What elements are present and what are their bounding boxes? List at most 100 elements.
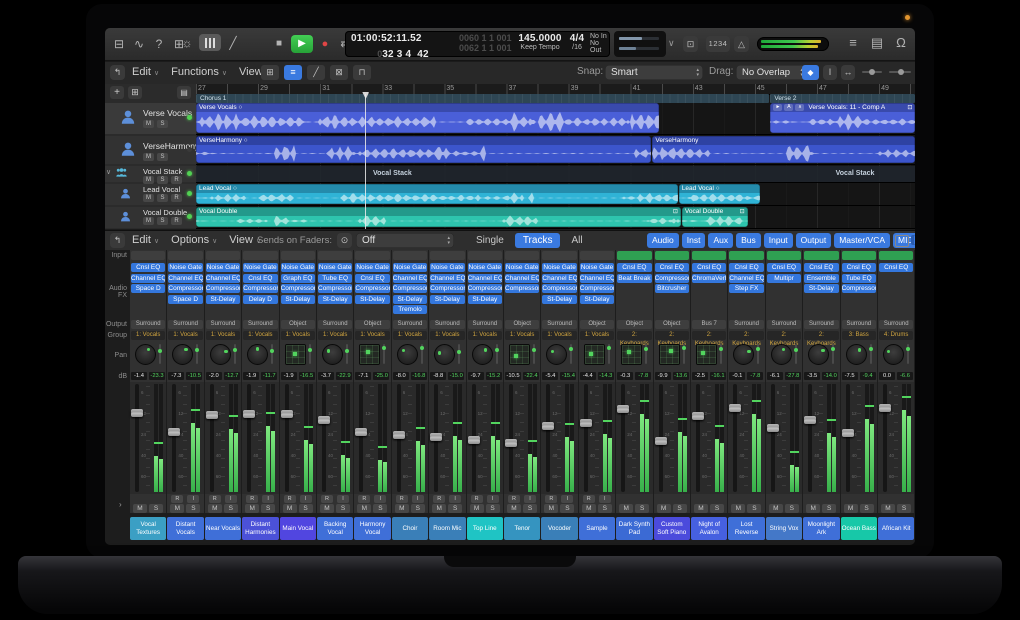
mixer-filter-aux[interactable]: Aux <box>708 233 733 248</box>
output-slot[interactable]: Surround <box>804 320 838 329</box>
strip-track-name[interactable]: Room Mic <box>429 517 465 540</box>
waveform-zoom-button[interactable]: ◆ <box>802 65 819 80</box>
record-enable-button[interactable]: R <box>246 495 258 503</box>
record-enable-button[interactable]: R <box>321 495 333 503</box>
audio-fx-slot[interactable]: Tube EQ <box>318 274 352 283</box>
browsers-icon[interactable]: ▤ <box>869 35 885 51</box>
record-enable-button[interactable]: R <box>433 495 445 503</box>
strip-track-name[interactable]: African Kit <box>878 517 914 540</box>
pan-knob[interactable] <box>883 344 904 365</box>
region[interactable]: Lead Vocal ○ <box>196 184 678 204</box>
record-enable-button[interactable]: R <box>358 495 370 503</box>
audio-fx-slot[interactable]: Noise Gate <box>542 263 576 272</box>
input-monitor-button[interactable]: I <box>449 495 461 503</box>
solo-button[interactable]: S <box>186 504 200 513</box>
track-header-vocal-double[interactable]: Vocal DoubleMSR <box>105 207 196 228</box>
hide-mixer-button[interactable]: ↰ <box>110 233 125 248</box>
pan-knob[interactable] <box>397 344 418 365</box>
group-slot[interactable]: 1: Vocals <box>430 331 464 340</box>
mixer-scope-single[interactable]: Single <box>468 233 512 248</box>
output-slot[interactable]: Surround <box>393 320 427 329</box>
solo-button[interactable]: S <box>157 194 168 202</box>
output-slot[interactable]: Object <box>281 320 315 329</box>
object-panner[interactable] <box>509 344 530 365</box>
group-slot[interactable]: 1: Vocals <box>206 331 240 340</box>
strip-track-name[interactable]: Tenor <box>504 517 540 540</box>
record-enable-button[interactable]: R <box>171 176 182 184</box>
pan-mini-slider[interactable] <box>159 344 161 364</box>
mute-button[interactable]: M <box>133 504 147 513</box>
mute-button[interactable]: M <box>507 504 521 513</box>
audio-fx-slot[interactable]: Cnsl EQ <box>804 263 838 272</box>
mute-button[interactable]: M <box>544 504 558 513</box>
audio-fx-slot[interactable]: Compressor <box>505 284 539 293</box>
pan-mini-slider[interactable] <box>421 344 423 364</box>
fader-cap[interactable] <box>281 410 293 418</box>
input-monitor-button[interactable]: I <box>599 495 611 503</box>
instrument-slot[interactable]: RetroSyn <box>692 251 726 260</box>
mute-button[interactable]: M <box>432 504 446 513</box>
solo-button[interactable]: S <box>373 504 387 513</box>
object-panner[interactable] <box>659 344 680 365</box>
output-slot[interactable]: Object <box>655 320 689 329</box>
record-enable-button[interactable]: R <box>545 495 557 503</box>
master-level-meter[interactable] <box>757 37 829 51</box>
audio-fx-slot[interactable]: Compressor <box>542 284 576 293</box>
lcd-display[interactable]: 01:00:52:11.52 032 3 4 42 0060 1 1 001 0… <box>345 31 610 57</box>
fader-cap[interactable] <box>393 431 405 439</box>
instrument-slot[interactable]: Alchemy <box>842 251 876 260</box>
pan-mini-slider[interactable] <box>720 344 722 364</box>
instrument-slot[interactable]: Alchemy <box>729 251 763 260</box>
strip-track-name[interactable]: Top Line <box>467 517 503 540</box>
object-panner[interactable] <box>359 344 380 365</box>
mute-button[interactable]: M <box>470 504 484 513</box>
mixer-menu-options[interactable]: Options ∨ <box>171 234 217 246</box>
region[interactable]: VerseHarmony ○ <box>196 136 651 163</box>
audio-fx-slot[interactable]: Compressor <box>580 284 614 293</box>
strip-track-name[interactable]: String Vox <box>766 517 802 540</box>
take-button[interactable]: A <box>784 104 793 111</box>
mixer-filter-audio[interactable]: Audio <box>647 233 679 248</box>
solo-button[interactable]: S <box>560 504 574 513</box>
audio-fx-slot[interactable]: Noise Gate <box>243 263 277 272</box>
pan-mini-slider[interactable] <box>196 344 198 364</box>
group-slot[interactable]: 2: Keyboards <box>804 331 838 340</box>
instrument-slot[interactable]: Alchemy <box>617 251 651 260</box>
mixer-filter-output[interactable]: Output <box>796 233 832 248</box>
pan-knob[interactable] <box>135 344 156 365</box>
audio-fx-slot[interactable]: Compressor <box>430 284 464 293</box>
mute-button[interactable]: M <box>320 504 334 513</box>
group-slot[interactable]: 2: Keyboards <box>655 331 689 340</box>
fader-cap[interactable] <box>842 429 854 437</box>
strip-track-name[interactable]: Main Vocal <box>280 517 316 540</box>
pan-mini-slider[interactable] <box>234 344 236 364</box>
track-header-verseharmony[interactable]: VerseHarmonyMS <box>105 136 196 164</box>
pan-mini-slider[interactable] <box>271 344 273 364</box>
strip-track-name[interactable]: Night of Avalon <box>691 517 727 540</box>
input-monitor-button[interactable]: I <box>561 495 573 503</box>
editors-icon[interactable]: ╱ <box>225 35 241 51</box>
tuner-button[interactable]: ⊡ <box>683 36 698 52</box>
audio-fx-slot[interactable]: Cnsl EQ <box>729 263 763 272</box>
input-slot[interactable]: ○ Input <box>355 251 389 260</box>
solo-button[interactable]: S <box>673 504 687 513</box>
output-slot[interactable]: Surround <box>206 320 240 329</box>
pan-knob[interactable] <box>771 344 792 365</box>
solo-button[interactable]: S <box>224 504 238 513</box>
pan-knob[interactable] <box>733 344 754 365</box>
input-slot[interactable]: ▫ Bus 7 <box>131 251 165 260</box>
audio-fx-slot[interactable]: Noise Gate <box>505 263 539 272</box>
pan-knob[interactable] <box>434 344 455 365</box>
fader-cap[interactable] <box>879 404 891 412</box>
solo-button[interactable]: S <box>149 504 163 513</box>
output-slot[interactable]: Bus 7 <box>692 320 726 329</box>
fader-cap[interactable] <box>318 416 330 424</box>
flex-icon[interactable]: ⊠ <box>330 65 348 80</box>
group-slot[interactable]: 2: Keyboards <box>692 331 726 340</box>
fader-cap[interactable] <box>355 428 367 436</box>
group-slot[interactable]: 1: Vocals <box>355 331 389 340</box>
solo-button[interactable]: S <box>157 153 168 161</box>
automation-icon[interactable]: ╱ <box>307 65 325 80</box>
audio-fx-slot[interactable]: Channel EQ <box>580 274 614 283</box>
input-monitor-button[interactable]: I <box>225 495 237 503</box>
